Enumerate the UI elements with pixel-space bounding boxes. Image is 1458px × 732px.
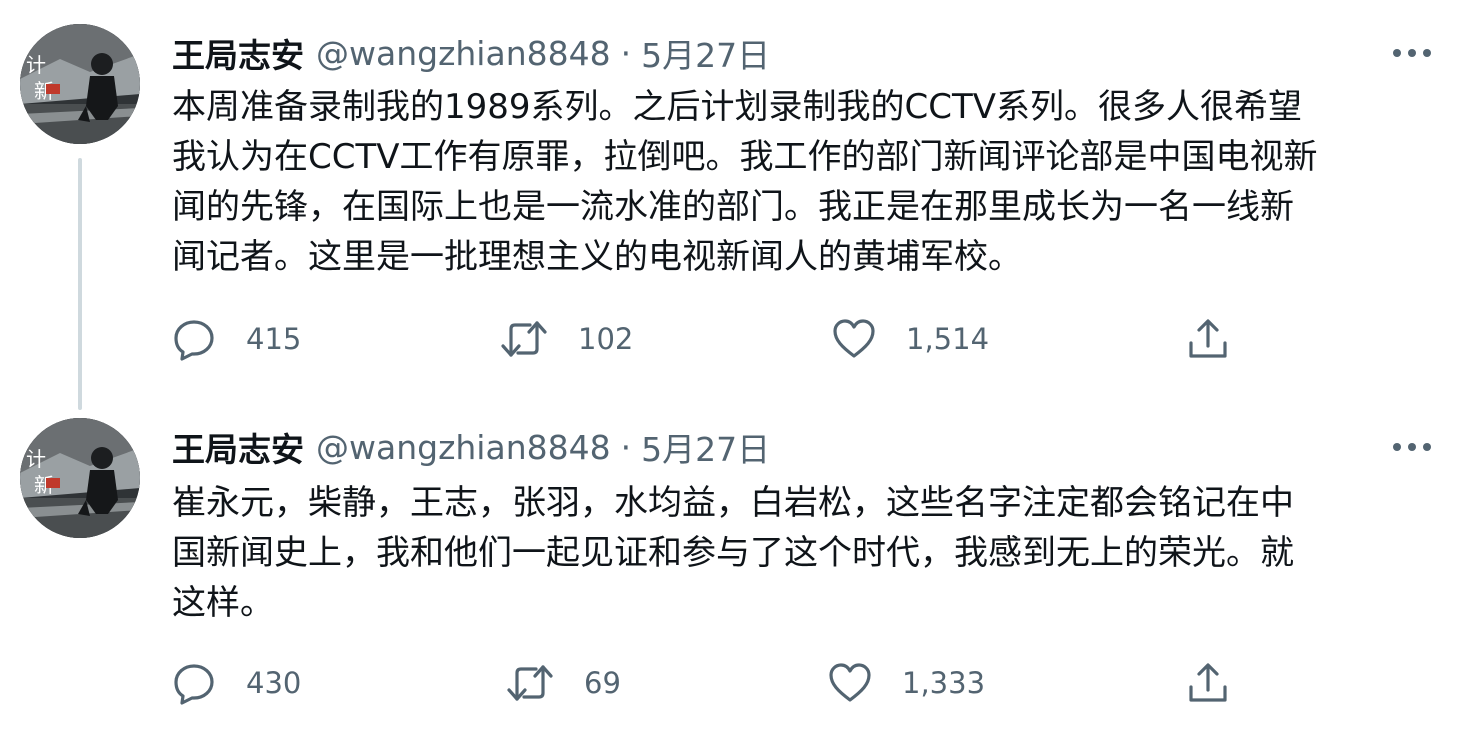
header-separator: · — [620, 33, 632, 73]
like-button[interactable]: 1,514 — [832, 316, 989, 362]
retweet-arrows-icon — [507, 665, 553, 701]
user-handle[interactable]: @wangzhian8848 — [316, 34, 611, 73]
tweet-header: 王局志安 @wangzhian8848 · 5月27日 — [172, 30, 770, 76]
tweet[interactable]: 计 新 王局志安 @wangzhian8848 · 5月27日 崔永元，柴静，王… — [0, 410, 1458, 732]
reply-button[interactable]: 430 — [172, 660, 301, 706]
tweet-date[interactable]: 5月27日 — [641, 29, 770, 77]
more-dots-icon — [1393, 443, 1431, 451]
user-handle[interactable]: @wangzhian8848 — [316, 428, 611, 467]
share-upload-icon — [1189, 663, 1227, 702]
retweet-count: 102 — [578, 322, 634, 356]
svg-text:计: 计 — [26, 53, 46, 77]
tweet-date[interactable]: 5月27日 — [641, 423, 770, 471]
display-name[interactable]: 王局志安 — [172, 423, 304, 471]
tweet-text: 本周准备录制我的1989系列。之后计划录制我的CCTV系列。很多人很希望 我认为… — [172, 87, 1318, 277]
tweet-text: 崔永元，柴静，王志，张羽，水均益，白岩松，这些名字注定都会铭记在中 国新闻史上，… — [172, 483, 1294, 623]
retweet-arrows-icon — [501, 321, 547, 357]
heart-icon — [829, 663, 871, 702]
profile-photo-icon: 计 新 — [20, 24, 140, 144]
heart-icon — [833, 319, 875, 358]
more-dots-icon — [1393, 49, 1431, 57]
retweet-count: 69 — [584, 666, 621, 700]
share-button[interactable] — [1186, 660, 1230, 706]
profile-photo-icon: 计 新 — [20, 418, 140, 538]
like-button[interactable]: 1,333 — [828, 660, 985, 706]
reply-bubble-icon — [174, 664, 214, 705]
reply-count: 415 — [246, 322, 302, 356]
more-options-button[interactable] — [1390, 430, 1434, 464]
tweet[interactable]: 计 新 王局志安 @wangzhian8848 · 5月27日 本周准备录制我的… — [0, 0, 1458, 400]
svg-text:计: 计 — [26, 447, 46, 471]
avatar[interactable]: 计 新 — [20, 418, 140, 538]
reply-bubble-icon — [174, 320, 214, 361]
tweet-header: 王局志安 @wangzhian8848 · 5月27日 — [172, 424, 770, 470]
reply-count: 430 — [246, 666, 302, 700]
like-count: 1,514 — [906, 322, 990, 356]
avatar[interactable]: 计 新 — [20, 24, 140, 144]
header-separator: · — [620, 427, 632, 467]
retweet-button[interactable]: 69 — [506, 660, 621, 706]
display-name[interactable]: 王局志安 — [172, 29, 304, 77]
more-options-button[interactable] — [1390, 36, 1434, 70]
like-count: 1,333 — [902, 666, 986, 700]
retweet-button[interactable]: 102 — [500, 316, 633, 362]
reply-button[interactable]: 415 — [172, 316, 301, 362]
share-button[interactable] — [1186, 316, 1230, 362]
share-upload-icon — [1189, 319, 1227, 358]
